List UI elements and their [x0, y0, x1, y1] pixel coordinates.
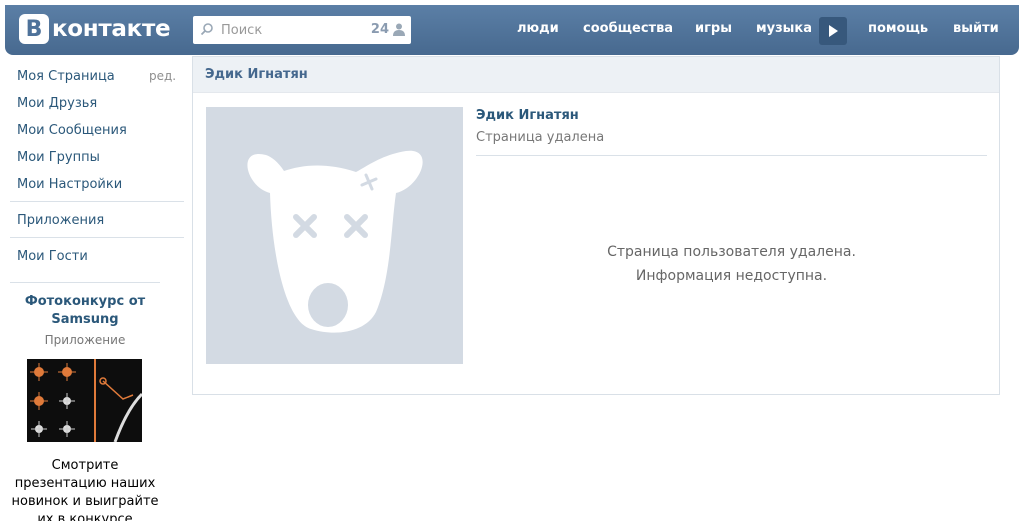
vk-logo[interactable]: В контакте	[19, 14, 171, 44]
nav-help[interactable]: помощь	[868, 21, 928, 36]
top-header: В контакте 24 люди сообщества игры музык…	[5, 5, 1019, 55]
deleted-message-line2: Информация недоступна.	[635, 268, 828, 284]
sidebar-item-my-page[interactable]: Моя Страница	[17, 69, 115, 84]
nav-people[interactable]: люди	[517, 21, 559, 36]
deleted-message-line1: Страница пользователя удалена.	[607, 244, 856, 260]
nav-communities[interactable]: сообщества	[583, 21, 673, 36]
profile-name: Эдик Игнатян	[476, 108, 579, 123]
promo-text: Смотрите презентацию наших новинок и выи…	[11, 458, 159, 521]
promo-subtitle: Приложение	[44, 333, 126, 347]
sidebar-divider	[10, 237, 184, 238]
profile-panel: Эдик Игнатян Эдик Игнатян Страница удале…	[192, 56, 1000, 395]
sidebar-item-groups[interactable]: Мои Группы	[17, 150, 100, 165]
deleted-avatar	[206, 107, 463, 364]
promo-graphic	[27, 359, 142, 442]
sidebar-item-guests[interactable]: Мои Гости	[17, 249, 88, 264]
page-title: Эдик Игнатян	[193, 57, 999, 93]
nav-music[interactable]: музыка	[756, 21, 812, 36]
search-input[interactable]	[221, 20, 361, 40]
nav-logout[interactable]: выйти	[953, 21, 999, 36]
user-icon	[393, 23, 405, 36]
sidebar-divider	[10, 282, 160, 283]
search-icon	[200, 23, 213, 36]
profile-status: Страница удалена	[476, 130, 605, 145]
profile-divider	[476, 155, 987, 156]
sidebar-item-messages[interactable]: Мои Сообщения	[17, 123, 127, 138]
music-play-button[interactable]	[819, 17, 847, 45]
deleted-message: Страница пользователя удалена. Информаци…	[476, 240, 987, 288]
sidebar-divider	[10, 201, 184, 202]
sidebar-item-friends[interactable]: Мои Друзья	[17, 96, 97, 111]
promo-image[interactable]	[27, 359, 142, 442]
search-box[interactable]: 24	[193, 16, 411, 44]
nav-games[interactable]: игры	[695, 21, 732, 36]
promo-title[interactable]: Фотоконкурс от Samsung	[10, 293, 160, 329]
deleted-dog-icon	[247, 150, 423, 333]
sidebar-item-settings[interactable]: Мои Настройки	[17, 177, 122, 192]
sidebar-item-apps[interactable]: Приложения	[17, 213, 104, 228]
search-count: 24	[370, 22, 389, 37]
play-icon	[829, 25, 838, 37]
edit-profile-link[interactable]: ред.	[149, 69, 176, 83]
logo-letter: В	[19, 14, 49, 44]
logo-text: контакте	[52, 16, 171, 42]
